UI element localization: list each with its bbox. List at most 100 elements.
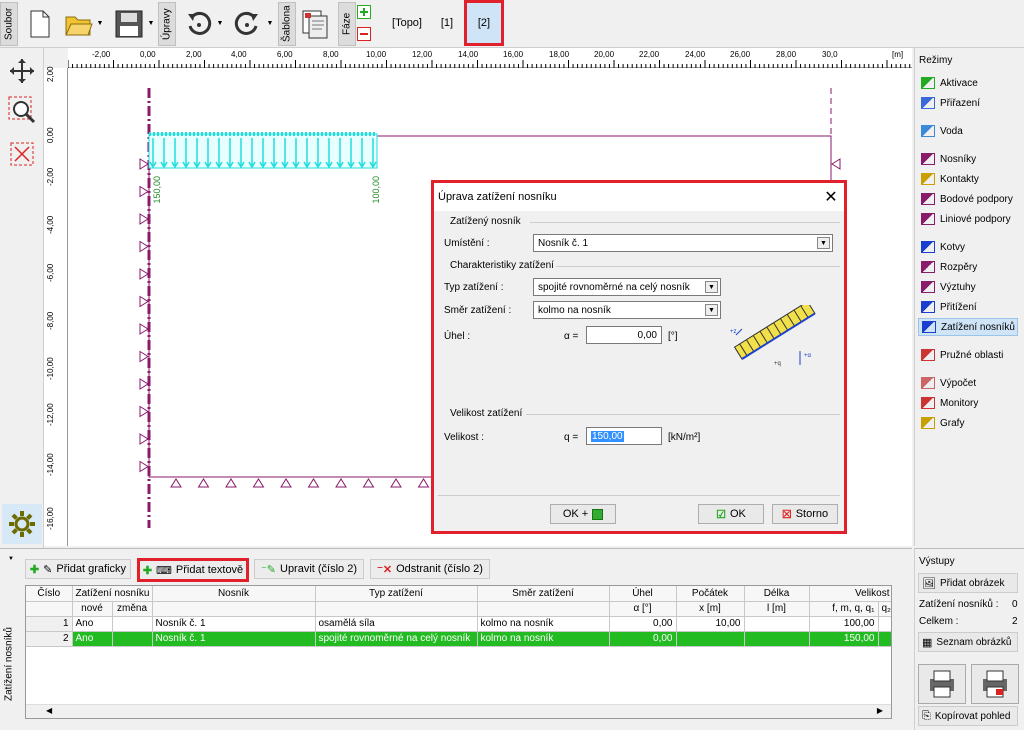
header-delka-unit: l [m] (744, 601, 810, 617)
dialog-title: Úprava zatížení nosníku (438, 191, 557, 203)
template-icon[interactable] (298, 6, 332, 42)
cell-pocatek (676, 631, 745, 647)
copy-icon: ⎘ (922, 709, 931, 722)
ruler-y-label: 2,00 (46, 66, 55, 82)
ruler-x-label: 22,00 (639, 50, 660, 59)
mode-item-6[interactable]: Bodové podpory (918, 190, 1018, 208)
magnitude-input[interactable]: 150,00 (586, 427, 662, 445)
cell-smer: kolmo na nosník (477, 631, 610, 647)
stage-tab-1[interactable]: [1] (432, 8, 462, 38)
ruler-y-label: -4,00 (46, 215, 55, 234)
header-smer[interactable]: Směr zatížení (477, 586, 610, 602)
redo-icon[interactable] (230, 6, 264, 42)
load-type-select[interactable]: spojité rovnoměrné na celý nosník ▼ (533, 278, 721, 296)
mode-icon (921, 125, 935, 137)
edit-label: Upravit (číslo 2) (280, 563, 358, 575)
mode-item-8[interactable]: Kotvy (918, 238, 1018, 256)
zoom-icon[interactable] (6, 94, 38, 126)
add-image-button[interactable]: 🖼 Přidat obrázek (918, 573, 1018, 593)
image-list-button[interactable]: ▦ Seznam obrázků (918, 632, 1018, 652)
count-label: Zatížení nosníků : (919, 599, 999, 610)
ruler-x-label: 4,00 (231, 50, 247, 59)
mode-icon (921, 417, 935, 429)
save-icon[interactable] (112, 6, 146, 42)
mode-item-11[interactable]: Přitížení (918, 298, 1018, 316)
alpha-label: α = (564, 331, 579, 342)
svg-text:+z: +z (730, 329, 737, 335)
image-list-icon: ▦ (922, 636, 933, 649)
header-nosnik[interactable]: Nosník (152, 586, 316, 602)
edit-button[interactable]: ⁻✎ Upravit (číslo 2) (254, 559, 364, 579)
ok-button[interactable]: ☑ OK (698, 504, 764, 524)
mode-item-3[interactable]: Voda (918, 122, 1018, 140)
template-menu-tab[interactable]: Šablona (278, 2, 296, 46)
header-typ[interactable]: Typ zatížení (315, 586, 478, 602)
header-delka[interactable]: Délka (744, 586, 810, 602)
header-velikost[interactable]: Velikost (809, 586, 891, 602)
mode-item-7[interactable]: Liniové podpory (918, 210, 1018, 228)
mode-label: Monitory (940, 397, 979, 409)
mode-item-4[interactable]: Nosníky (918, 150, 1018, 168)
header-zatizeni[interactable]: Zatížení nosníku (72, 586, 153, 602)
ok-plus-button[interactable]: OK + (550, 504, 616, 524)
header-pocatek[interactable]: Počátek (676, 586, 745, 602)
edit-pencil-icon: ⁻✎ (260, 563, 276, 576)
mode-item-2[interactable]: Přiřazení (918, 94, 1018, 112)
open-dropdown-icon[interactable]: ▼ (96, 16, 104, 30)
mode-item-15[interactable]: Monitory (918, 394, 1018, 412)
location-select[interactable]: Nosník č. 1 ▼ (533, 234, 833, 252)
print-preview-icon[interactable] (971, 664, 1019, 704)
angle-input[interactable]: 0,00 (586, 326, 662, 344)
mode-item-16[interactable]: Grafy (918, 414, 1018, 432)
mode-icon (921, 97, 935, 109)
pan-icon[interactable] (6, 56, 38, 86)
load-direction-select[interactable]: kolmo na nosník ▼ (533, 301, 721, 319)
table-row[interactable]: 1 Ano Nosník č. 1 osamělá síla kolmo na … (26, 616, 891, 632)
print-icon[interactable] (918, 664, 966, 704)
mode-icon (921, 213, 935, 225)
undo-icon[interactable] (182, 6, 216, 42)
mode-icon (921, 153, 935, 165)
add-text-button[interactable]: ✚ ⌨ Přidat textově (137, 558, 249, 582)
mode-icon (921, 301, 935, 313)
stage-menu-tab[interactable]: Fáze (338, 2, 356, 46)
mode-item-10[interactable]: Výztuhy (918, 278, 1018, 296)
scroll-right-icon[interactable]: ▶ (877, 706, 883, 715)
remove-stage-icon[interactable] (356, 26, 372, 42)
cancel-button[interactable]: ☒ Storno (772, 504, 838, 524)
undo-dropdown-icon[interactable]: ▼ (216, 16, 224, 30)
file-menu-tab[interactable]: Soubor (0, 2, 18, 46)
close-icon[interactable]: ✕ (822, 188, 840, 206)
fit-view-icon[interactable] (6, 138, 38, 170)
mode-icon (921, 241, 935, 253)
horizontal-ruler: -2,00 0,00 2,00 4,00 6,00 8,00 10,00 12,… (68, 48, 912, 68)
save-dropdown-icon[interactable]: ▼ (147, 16, 155, 30)
mode-icon (921, 77, 935, 89)
mode-item-12[interactable]: Zatížení nosníků (918, 318, 1018, 336)
mode-item-9[interactable]: Rozpěry (918, 258, 1018, 276)
mode-item-13[interactable]: Pružné oblasti (918, 346, 1018, 364)
header-cislo[interactable]: Číslo (26, 586, 73, 602)
settings-gear-icon[interactable] (2, 504, 42, 544)
open-folder-icon[interactable] (62, 6, 96, 42)
table-row-selected[interactable]: 2 Ano Nosník č. 1 spojité rovnoměrné na … (26, 631, 891, 647)
header-uhel[interactable]: Úhel (609, 586, 677, 602)
add-graphic-button[interactable]: ✚ ✎ Přidat graficky (25, 559, 131, 579)
stage-tab-topo[interactable]: [Topo] (386, 8, 428, 38)
edit-menu-tab[interactable]: Úpravy (158, 2, 176, 46)
add-stage-icon[interactable] (356, 4, 372, 20)
mode-item-14[interactable]: Výpočet (918, 374, 1018, 392)
mode-item-1[interactable]: Aktivace (918, 74, 1018, 92)
copy-view-button[interactable]: ⎘ Kopírovat pohled (918, 706, 1018, 726)
add-graphic-label: Přidat graficky (56, 563, 127, 575)
cell-nove: Ano (72, 631, 113, 647)
stage-tab-2[interactable]: [2] (464, 0, 504, 46)
mode-item-5[interactable]: Kontakty (918, 170, 1018, 188)
remove-button[interactable]: ⁻✕ Odstranit (číslo 2) (370, 559, 490, 579)
new-file-icon[interactable] (24, 6, 56, 42)
cell-delka (744, 631, 810, 647)
scroll-left-icon[interactable]: ◀ (46, 706, 52, 715)
ruler-y-label: -10,00 (46, 357, 55, 380)
redo-dropdown-icon[interactable]: ▼ (266, 16, 274, 30)
horizontal-scrollbar[interactable]: ◀ ▶ (26, 704, 891, 718)
